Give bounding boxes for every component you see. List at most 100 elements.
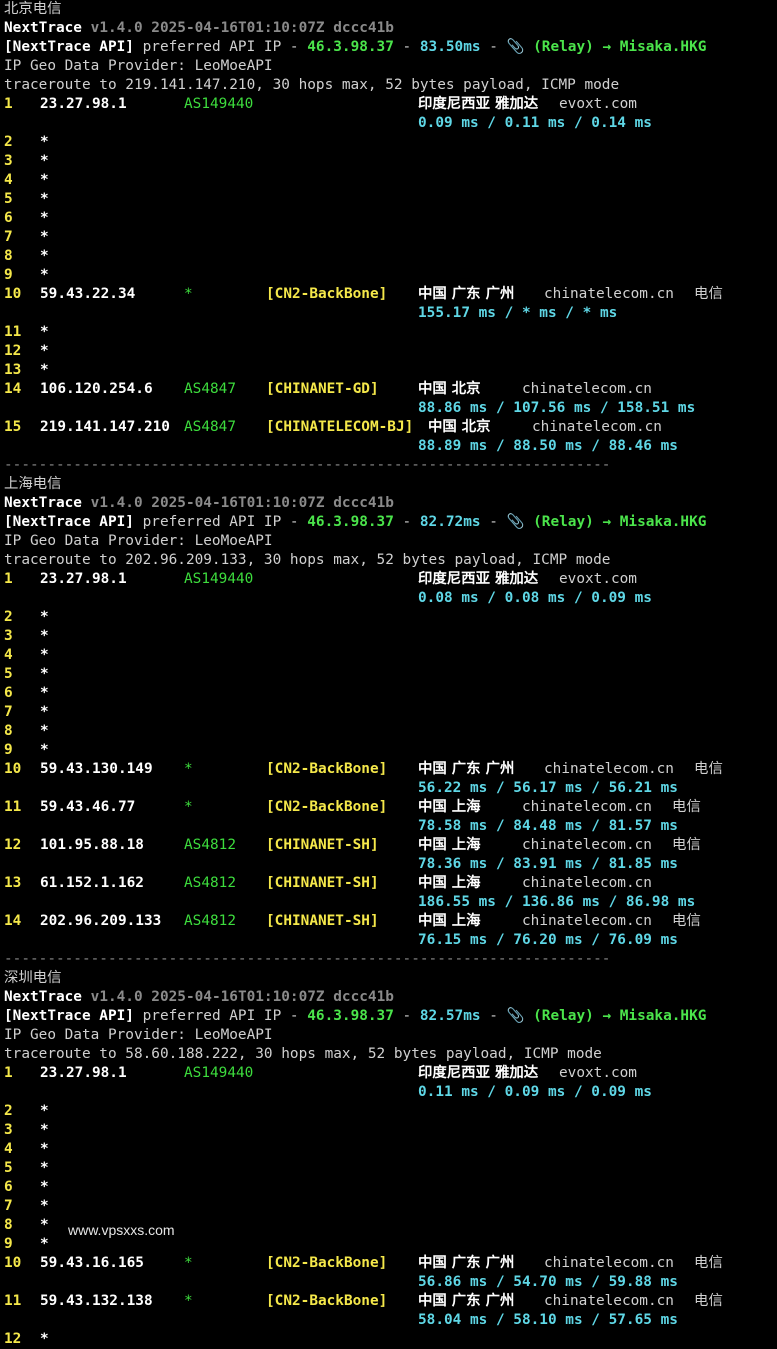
hop-isp: 电信	[694, 1255, 723, 1271]
hop-ip: 106.120.254.6	[40, 381, 153, 397]
hop-asn: *	[184, 286, 193, 302]
hop-number: 5	[4, 1160, 13, 1176]
api-ip: 46.3.98.37	[307, 514, 394, 530]
hop-number: 13	[4, 875, 22, 891]
hop-domain: chinatelecom.cn	[544, 286, 674, 302]
hop-geo: 中国 北京	[418, 381, 481, 397]
hop-asn: *	[184, 1293, 193, 1309]
hop-tag: [CN2-BackBone]	[266, 1255, 388, 1271]
hop-number: 1	[4, 1065, 13, 1081]
traceroute-command: traceroute to 219.141.147.210, 30 hops m…	[4, 77, 620, 93]
hop-domain: chinatelecom.cn	[522, 875, 652, 891]
relay-info: 📎 (Relay) → Misaka.HKG	[506, 1008, 707, 1024]
hop-number: 6	[4, 685, 13, 701]
hop-tag: [CHINANET-SH]	[266, 913, 379, 929]
hop-timeout: *	[40, 153, 49, 169]
relay-info: 📎 (Relay) → Misaka.HKG	[506, 514, 707, 530]
app-name: NextTrace	[4, 20, 82, 36]
api-ip: 46.3.98.37	[307, 1008, 394, 1024]
hop-tag: [CHINANET-GD]	[266, 381, 379, 397]
hop-timeout: *	[40, 704, 49, 720]
hop-timeout: *	[40, 229, 49, 245]
hop-isp: 电信	[672, 837, 701, 853]
hop-number: 6	[4, 1179, 13, 1195]
hop-ip: 59.43.46.77	[40, 799, 136, 815]
geo-provider-line: IP Geo Data Provider: LeoMoeAPI	[4, 532, 273, 551]
hop-timeout: *	[40, 1198, 49, 1214]
geo-provider: IP Geo Data Provider: LeoMoeAPI	[4, 533, 273, 549]
hop-asn: AS149440	[184, 96, 254, 112]
hop-rtt: 58.04 ms / 58.10 ms / 57.65 ms	[418, 1312, 678, 1328]
section-title-text: 北京电信	[4, 1, 62, 17]
api-label: [NextTrace API]	[4, 514, 134, 530]
hop-number: 11	[4, 324, 22, 340]
hop-number: 7	[4, 229, 13, 245]
app-name: NextTrace	[4, 989, 82, 1005]
hop-ip: 219.141.147.210	[40, 419, 170, 435]
terminal-window: 北京电信 NextTrace v1.4.0 2025-04-16T01:10:07…	[0, 0, 777, 1347]
dash: -	[480, 39, 507, 55]
hop-timeout: *	[40, 134, 49, 150]
hop-tag: [CN2-BackBone]	[266, 799, 388, 815]
hop-number: 10	[4, 761, 22, 777]
hop-ip: 61.152.1.162	[40, 875, 144, 891]
hop-number: 7	[4, 1198, 13, 1214]
hop-timeout: *	[40, 1236, 49, 1252]
watermark-text: www.vpsxxs.com	[68, 1222, 175, 1238]
api-latency: 83.50ms	[419, 39, 481, 55]
hop-number: 2	[4, 609, 13, 625]
traceroute-line: traceroute to 58.60.188.222, 30 hops max…	[4, 1045, 602, 1064]
hop-number: 9	[4, 1236, 13, 1252]
hop-timeout: *	[40, 609, 49, 625]
hop-geo: 中国 广东 广州	[418, 761, 515, 777]
hop-timeout: *	[40, 362, 49, 378]
hop-domain: chinatelecom.cn	[544, 1255, 674, 1271]
hop-domain: chinatelecom.cn	[544, 761, 674, 777]
hop-isp: 电信	[694, 761, 723, 777]
hop-rtt: 0.08 ms / 0.08 ms / 0.09 ms	[418, 590, 652, 606]
api-ip: 46.3.98.37	[307, 39, 394, 55]
traceroute-command: traceroute to 58.60.188.222, 30 hops max…	[4, 1046, 602, 1062]
hop-number: 10	[4, 286, 22, 302]
hop-number: 10	[4, 1255, 22, 1271]
hop-timeout: *	[40, 723, 49, 739]
hop-rtt: 56.22 ms / 56.17 ms / 56.21 ms	[418, 780, 678, 796]
hop-ip: 23.27.98.1	[40, 571, 127, 587]
api-text: preferred API IP -	[133, 514, 308, 530]
api-line: [NextTrace API] preferred API IP - 46.3.…	[4, 513, 706, 532]
hop-domain: chinatelecom.cn	[532, 419, 662, 435]
hop-number: 7	[4, 704, 13, 720]
hop-number: 2	[4, 134, 13, 150]
hop-number: 8	[4, 248, 13, 264]
hop-domain: evoxt.com	[559, 571, 637, 587]
hop-geo: 中国 广东 广州	[418, 286, 515, 302]
hop-number: 8	[4, 723, 13, 739]
hop-timeout: *	[40, 1141, 49, 1157]
hop-ip: 59.43.22.34	[40, 286, 136, 302]
hop-geo: 印度尼西亚 雅加达	[418, 1065, 539, 1081]
hop-rtt: 78.58 ms / 84.48 ms / 81.57 ms	[418, 818, 678, 834]
version-line: NextTrace v1.4.0 2025-04-16T01:10:07Z dc…	[4, 494, 394, 513]
hop-ip: 59.43.16.165	[40, 1255, 144, 1271]
hop-number: 1	[4, 571, 13, 587]
app-name: NextTrace	[4, 495, 82, 511]
version-meta: v1.4.0 2025-04-16T01:10:07Z dccc41b	[90, 20, 394, 36]
version-line: NextTrace v1.4.0 2025-04-16T01:10:07Z dc…	[4, 988, 394, 1007]
hop-number: 8	[4, 1217, 13, 1233]
hop-geo: 中国 广东 广州	[418, 1255, 515, 1271]
hop-timeout: *	[40, 191, 49, 207]
hop-geo: 中国 上海	[418, 837, 481, 853]
relay-info: 📎 (Relay) → Misaka.HKG	[506, 39, 707, 55]
hop-domain: chinatelecom.cn	[544, 1293, 674, 1309]
hop-number: 12	[4, 837, 22, 853]
hop-asn: AS4847	[184, 381, 236, 397]
dash: -	[480, 514, 507, 530]
hop-timeout: *	[40, 1122, 49, 1138]
version-meta: v1.4.0 2025-04-16T01:10:07Z dccc41b	[90, 495, 394, 511]
hop-number: 4	[4, 172, 13, 188]
hop-timeout: *	[40, 1331, 49, 1347]
hop-timeout: *	[40, 324, 49, 340]
hop-timeout: *	[40, 267, 49, 283]
